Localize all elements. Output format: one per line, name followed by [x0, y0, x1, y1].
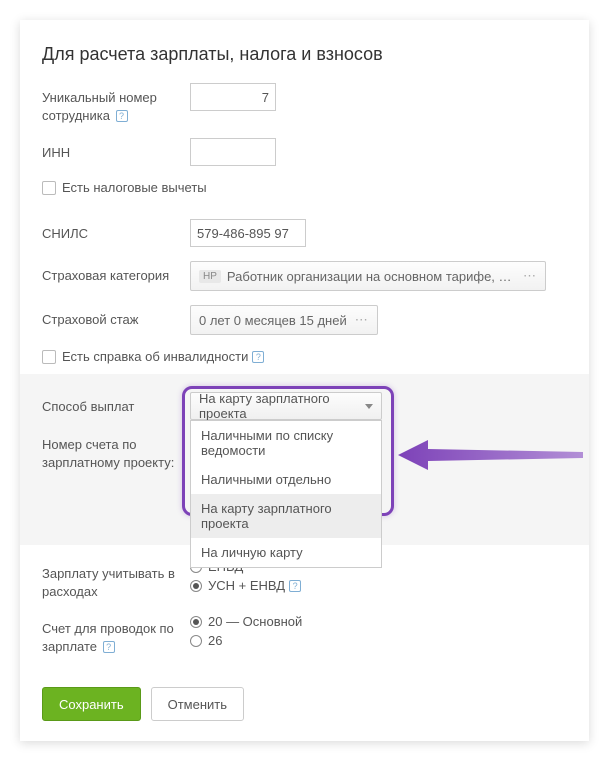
tax-deductions-checkbox[interactable] — [42, 181, 56, 195]
label-posting-account: Счет для проводок по зарплате ? — [42, 614, 190, 655]
category-tag: НР — [199, 270, 221, 283]
form-panel: Для расчета зарплаты, налога и взносов У… — [20, 20, 589, 741]
inn-input[interactable] — [190, 138, 276, 166]
ellipsis-icon: ⋯ — [355, 312, 369, 328]
category-text: Работник организации на основном тарифе,… — [227, 269, 515, 284]
label-snils: СНИЛС — [42, 219, 190, 243]
payout-option[interactable]: На карту зарплатного проекта — [191, 494, 381, 538]
footer: Сохранить Отменить — [42, 669, 567, 721]
payout-selected-text: На карту зарплатного проекта — [199, 391, 365, 421]
help-icon[interactable]: ? — [103, 641, 115, 653]
period-text: 0 лет 0 месяцев 15 дней — [199, 313, 347, 328]
radio-icon — [190, 580, 202, 592]
label-account-number: Номер счета по зарплатному проекту: — [42, 430, 190, 471]
label-insurance-category: Страховая категория — [42, 261, 190, 285]
row-inn: ИНН — [42, 138, 567, 166]
row-payout-method: Способ выплат На карту зарплатного проек… — [42, 392, 567, 420]
payout-method-select[interactable]: На карту зарплатного проекта — [190, 392, 382, 420]
payout-option[interactable]: Наличными отдельно — [191, 465, 381, 494]
employee-number-input[interactable] — [190, 83, 276, 111]
row-employee-number: Уникальный номер сотрудника ? — [42, 83, 567, 124]
label-employee-number: Уникальный номер сотрудника ? — [42, 83, 190, 124]
chevron-down-icon — [365, 404, 373, 409]
radio-icon — [190, 616, 202, 628]
snils-input[interactable] — [190, 219, 306, 247]
posting-option[interactable]: 26 — [190, 633, 302, 648]
label-inn: ИНН — [42, 138, 190, 162]
label-tax-deductions: Есть налоговые вычеты — [62, 180, 207, 195]
payout-options-list: Наличными по списку ведомости Наличными … — [190, 420, 382, 568]
payout-option[interactable]: Наличными по списку ведомости — [191, 421, 381, 465]
insurance-period-select[interactable]: 0 лет 0 месяцев 15 дней ⋯ — [190, 305, 378, 335]
label-payout-method: Способ выплат — [42, 392, 190, 416]
row-posting-account: Счет для проводок по зарплате ? 20 — Осн… — [42, 614, 567, 655]
row-insurance-period: Страховой стаж 0 лет 0 месяцев 15 дней ⋯ — [42, 305, 567, 335]
help-icon[interactable]: ? — [116, 110, 128, 122]
payout-section: Способ выплат На карту зарплатного проек… — [20, 374, 589, 545]
page-title: Для расчета зарплаты, налога и взносов — [42, 44, 567, 65]
payout-option[interactable]: На личную карту — [191, 538, 381, 567]
row-disability: Есть справка об инвалидности ? — [42, 349, 567, 364]
row-snils: СНИЛС — [42, 219, 567, 247]
help-icon[interactable]: ? — [289, 580, 301, 592]
disability-checkbox[interactable] — [42, 350, 56, 364]
label-insurance-period: Страховой стаж — [42, 305, 190, 329]
posting-option[interactable]: 20 — Основной — [190, 614, 302, 629]
cancel-button[interactable]: Отменить — [151, 687, 244, 721]
label-disability: Есть справка об инвалидности — [62, 349, 248, 364]
row-insurance-category: Страховая категория НР Работник организа… — [42, 261, 567, 291]
row-tax-deductions: Есть налоговые вычеты — [42, 180, 567, 195]
save-button[interactable]: Сохранить — [42, 687, 141, 721]
help-icon[interactable]: ? — [252, 351, 264, 363]
payout-dropdown: На карту зарплатного проекта Наличными п… — [190, 392, 382, 420]
expense-option[interactable]: УСН + ЕНВД ? — [190, 578, 301, 593]
radio-icon — [190, 635, 202, 647]
ellipsis-icon: ⋯ — [523, 268, 537, 284]
label-expense-accounting: Зарплату учитывать в расходах — [42, 559, 190, 600]
posting-radio-group: 20 — Основной 26 — [190, 614, 302, 652]
insurance-category-select[interactable]: НР Работник организации на основном тари… — [190, 261, 546, 291]
